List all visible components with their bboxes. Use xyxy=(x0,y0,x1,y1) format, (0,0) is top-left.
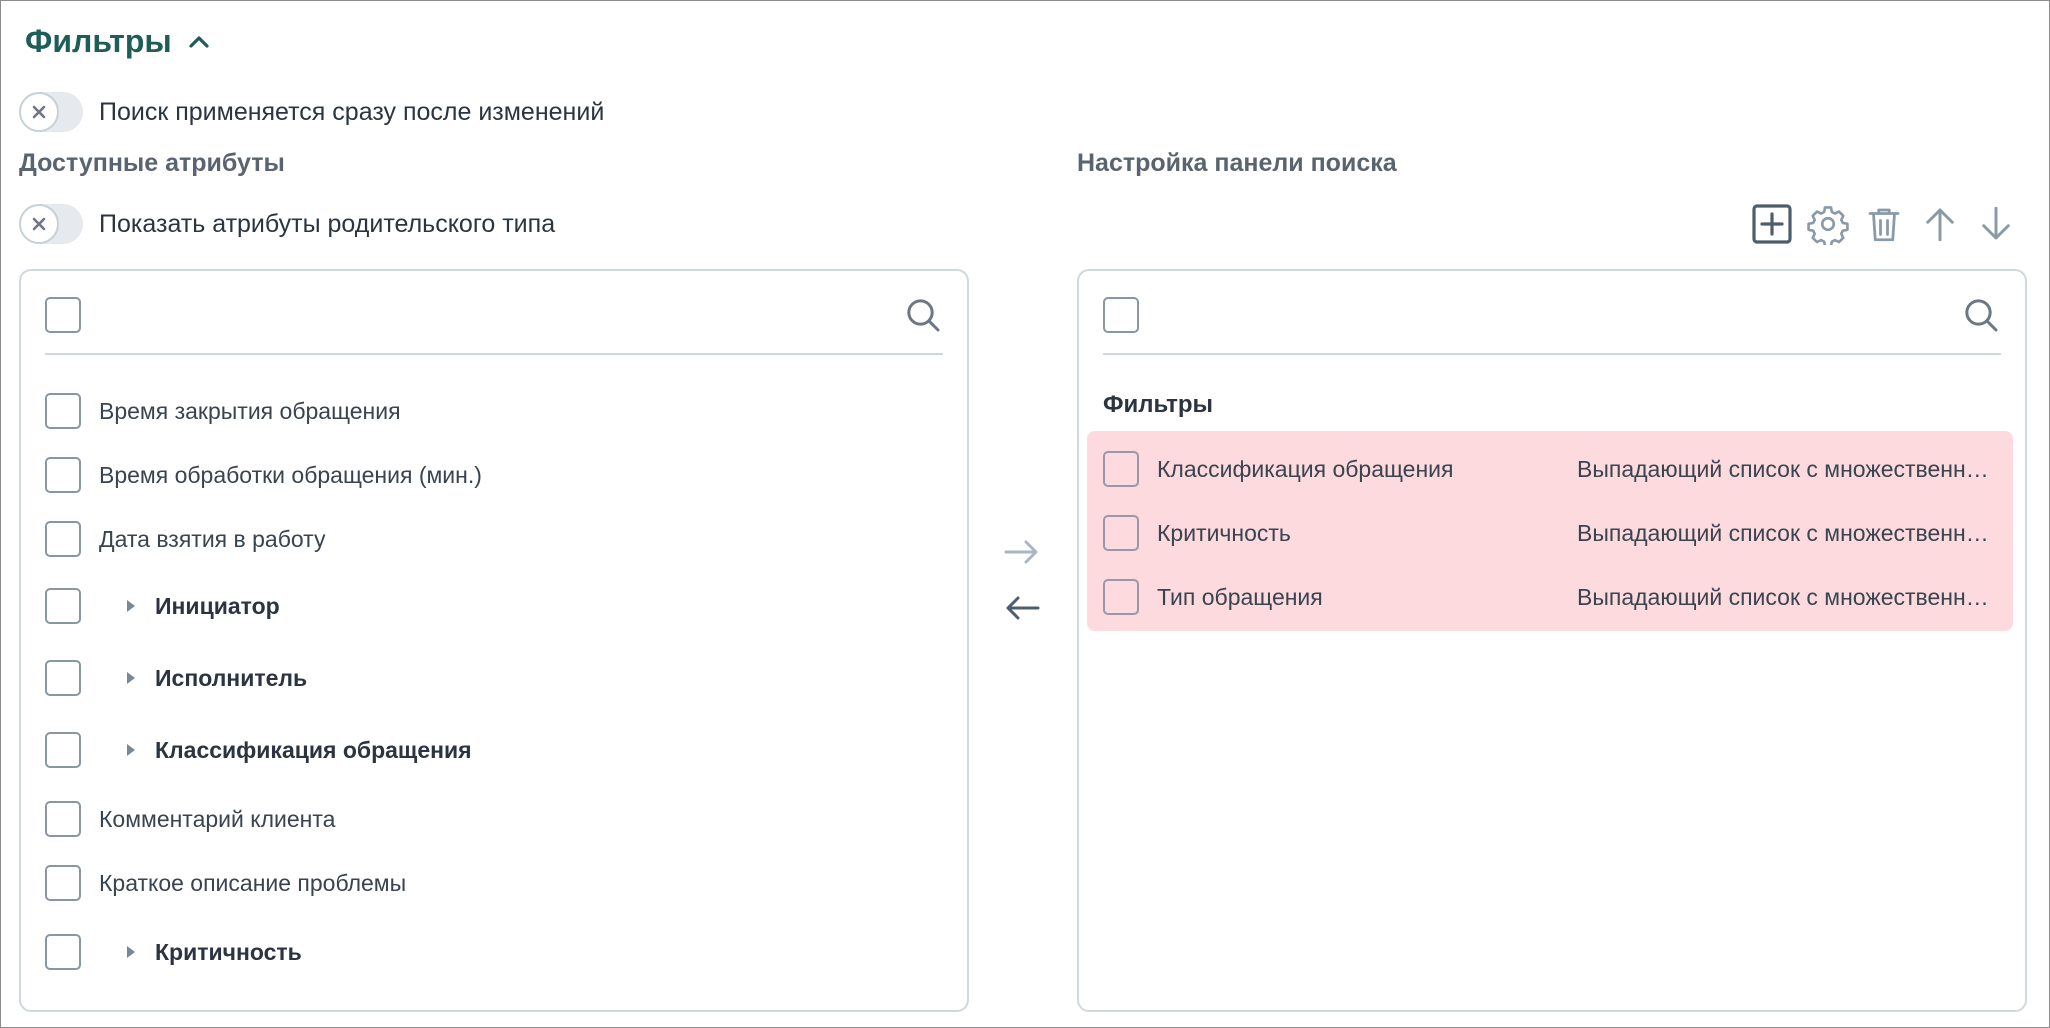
caret-right-icon[interactable] xyxy=(121,740,141,760)
caret-right-icon[interactable] xyxy=(121,668,141,688)
item-label: Классификация обращения xyxy=(155,736,472,763)
instant-search-toggle-row: Поиск применяется сразу после изменений xyxy=(19,92,604,132)
toggle-off-icon xyxy=(19,92,59,132)
item-label: Дата взятия в работу xyxy=(99,525,326,552)
gear-icon xyxy=(1807,206,1849,245)
field-name: Тип обращения xyxy=(1157,583,1323,610)
field-name: Критичность xyxy=(1157,519,1291,546)
list-item[interactable]: Время обработки обращения (мин.) xyxy=(45,453,943,497)
delete-button[interactable] xyxy=(1863,203,1905,245)
item-label: Комментарий клиента xyxy=(99,805,336,832)
item-label: Время закрытия обращения xyxy=(99,397,401,424)
parent-attributes-label: Показать атрибуты родительского типа xyxy=(99,209,556,238)
item-checkbox[interactable] xyxy=(45,732,81,768)
available-attributes-title: Доступные атрибуты xyxy=(19,149,285,177)
move-left-button[interactable] xyxy=(1000,590,1044,626)
filters-settings-window: Фильтры Поиск применяется сразу после из… xyxy=(0,0,2050,1028)
instant-search-toggle[interactable] xyxy=(19,92,83,132)
move-right-button[interactable] xyxy=(1000,534,1044,570)
field-type: Выпадающий список с множественн… xyxy=(1577,455,1989,482)
list-item[interactable]: Критичность xyxy=(45,930,943,974)
search-panel-toolbar xyxy=(1751,203,2017,245)
chevron-up-icon[interactable] xyxy=(184,27,214,57)
item-checkbox[interactable] xyxy=(1103,579,1139,615)
field-name: Классификация обращения xyxy=(1157,455,1454,482)
item-label: Инициатор xyxy=(155,592,280,619)
toggle-off-icon xyxy=(19,204,59,244)
item-checkbox[interactable] xyxy=(45,865,81,901)
search-icon xyxy=(907,299,940,332)
list-item[interactable]: Дата взятия в работу xyxy=(45,517,943,561)
add-box-icon xyxy=(1752,204,1792,244)
caret-right-icon[interactable] xyxy=(121,942,141,962)
search-icon xyxy=(1965,299,1998,332)
parent-attributes-toggle[interactable] xyxy=(19,204,83,244)
item-checkbox[interactable] xyxy=(45,393,81,429)
item-label: Время обработки обращения (мин.) xyxy=(99,461,482,488)
select-all-checkbox[interactable] xyxy=(1103,297,1139,333)
add-attribute-button[interactable] xyxy=(1751,203,1793,245)
search-field-row[interactable]: Классификация обращения Выпадающий списо… xyxy=(1103,447,1995,491)
item-checkbox[interactable] xyxy=(45,521,81,557)
field-type: Выпадающий список с множественн… xyxy=(1577,519,1989,546)
move-up-button[interactable] xyxy=(1919,203,1961,245)
item-checkbox[interactable] xyxy=(45,457,81,493)
move-down-button[interactable] xyxy=(1975,203,2017,245)
filters-header[interactable]: Фильтры xyxy=(25,23,214,60)
list-item[interactable]: Исполнитель xyxy=(45,656,943,700)
list-item[interactable]: Инициатор xyxy=(45,584,943,628)
list-item[interactable]: Краткое описание проблемы xyxy=(45,861,943,905)
arrow-left-icon xyxy=(1006,596,1040,620)
filters-group-title: Фильтры xyxy=(1103,391,1214,418)
item-checkbox[interactable] xyxy=(1103,451,1139,487)
search-panel-config-panel: Фильтры Классификация обращения Выпадающ… xyxy=(1077,269,2027,1012)
parent-attributes-toggle-row: Показать атрибуты родительского типа xyxy=(19,204,555,244)
search-panel-settings-title: Настройка панели поиска xyxy=(1077,149,1397,177)
arrow-up-icon xyxy=(1926,208,1954,242)
search-field-row[interactable]: Критичность Выпадающий список с множеств… xyxy=(1103,511,1995,555)
list-item[interactable]: Классификация обращения xyxy=(45,728,943,772)
available-attributes-panel: Время закрытия обращения Время обработки… xyxy=(19,269,969,1012)
search-button[interactable] xyxy=(903,295,943,335)
caret-right-icon[interactable] xyxy=(121,596,141,616)
instant-search-label: Поиск применяется сразу после изменений xyxy=(99,97,605,126)
item-checkbox[interactable] xyxy=(45,660,81,696)
item-checkbox[interactable] xyxy=(45,801,81,837)
search-button[interactable] xyxy=(1961,295,2001,335)
item-checkbox[interactable] xyxy=(1103,515,1139,551)
left-search-row xyxy=(45,295,943,355)
arrow-right-icon xyxy=(1004,540,1038,564)
item-checkbox[interactable] xyxy=(45,588,81,624)
list-item[interactable]: Время закрытия обращения xyxy=(45,389,943,433)
select-all-checkbox[interactable] xyxy=(45,297,81,333)
item-label: Краткое описание проблемы xyxy=(99,869,407,896)
settings-button[interactable] xyxy=(1807,203,1849,245)
trash-icon xyxy=(1868,208,1900,242)
item-checkbox[interactable] xyxy=(45,934,81,970)
field-type: Выпадающий список с множественн… xyxy=(1577,583,1989,610)
item-label: Критичность xyxy=(155,938,302,965)
arrow-down-icon xyxy=(1982,206,2010,240)
list-item[interactable]: Комментарий клиента xyxy=(45,797,943,841)
right-search-row xyxy=(1103,295,2001,355)
item-label: Исполнитель xyxy=(155,664,308,691)
search-field-row[interactable]: Тип обращения Выпадающий список с множес… xyxy=(1103,575,1995,619)
filters-title: Фильтры xyxy=(25,23,172,59)
